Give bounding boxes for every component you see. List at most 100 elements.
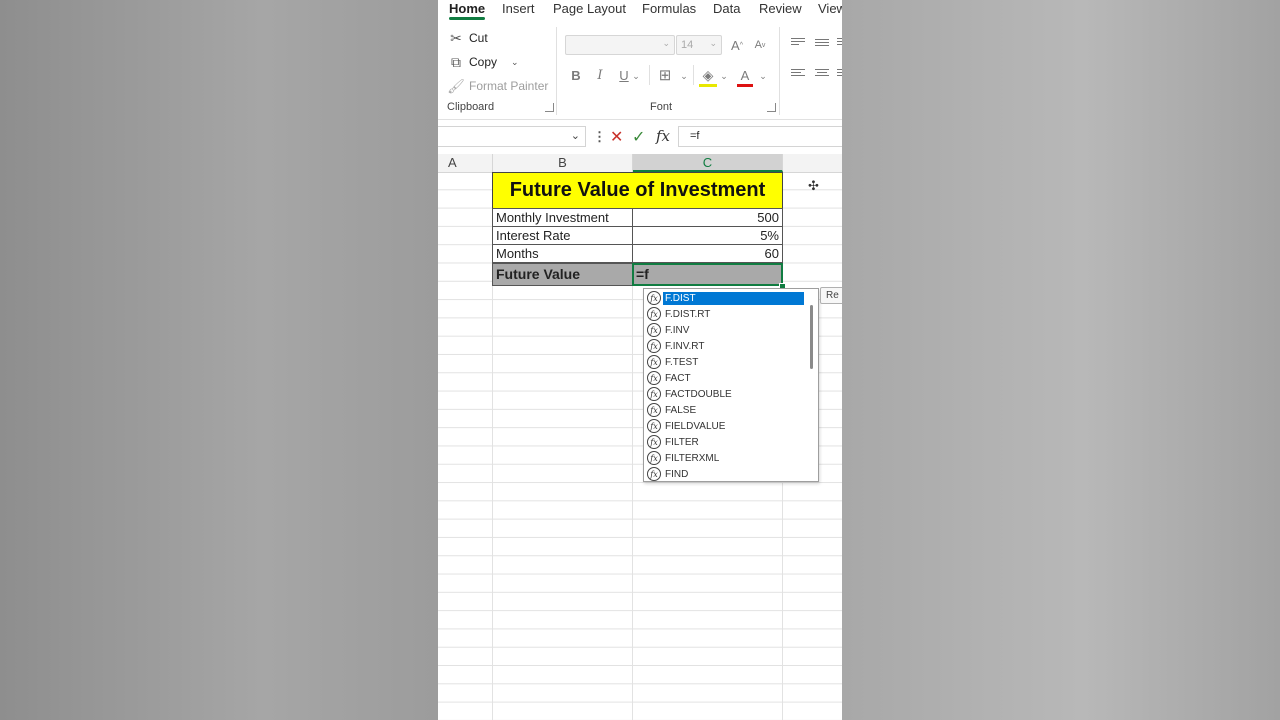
tab-formulas[interactable]: Formulas [642, 1, 696, 16]
autocomplete-item[interactable]: fx FACTDOUBLE [646, 386, 804, 402]
autocomplete-item[interactable]: fx F.DIST.RT [646, 306, 804, 322]
value-cell-months[interactable]: 60 [632, 244, 783, 263]
underline-button[interactable]: U [617, 66, 631, 84]
chevron-down-icon[interactable]: ⌄ [758, 67, 768, 85]
group-divider [556, 27, 557, 115]
copy-button[interactable]: ⧉ Copy ⌄ [448, 52, 519, 72]
function-icon: fx [647, 355, 661, 369]
chevron-down-icon[interactable]: ⌄ [679, 67, 689, 85]
scissors-icon: ✂ [450, 29, 462, 46]
value-cell-monthly-investment[interactable]: 500 [632, 208, 783, 227]
fill-color-icon[interactable]: ◈ [699, 66, 717, 87]
autocomplete-item-f-dist[interactable]: fx F.DIST [646, 290, 804, 306]
function-icon: fx [647, 451, 661, 465]
bottom-align-icon[interactable] [837, 38, 842, 49]
align-right-icon[interactable] [837, 69, 842, 80]
font-color-button[interactable]: A [737, 66, 753, 87]
chevron-down-icon[interactable]: ⌄ [719, 67, 729, 85]
column-header-a[interactable]: A [438, 154, 493, 172]
borders-icon[interactable]: ⊞ [657, 66, 673, 84]
tab-insert[interactable]: Insert [502, 1, 535, 16]
label-cell-future-value[interactable]: Future Value [492, 263, 633, 286]
italic-button[interactable]: I [593, 66, 607, 84]
more-options-icon[interactable]: ⋮ [593, 129, 606, 145]
chevron-down-icon[interactable]: ⌄ [631, 67, 641, 85]
align-center-icon[interactable] [815, 69, 829, 80]
formula-input[interactable]: =f [678, 126, 842, 147]
shrink-font-icon: A [754, 39, 762, 51]
function-icon: fx [647, 419, 661, 433]
autocomplete-item[interactable]: fx FIND [646, 466, 804, 482]
grow-font-button[interactable]: A ^ [728, 36, 746, 54]
column-header-b[interactable]: B [493, 154, 633, 172]
cancel-icon[interactable]: ✕ [610, 127, 623, 147]
bold-button[interactable]: B [569, 66, 583, 84]
active-cell-future-value[interactable]: =f [632, 263, 783, 286]
enter-check-icon[interactable]: ✓ [632, 127, 645, 147]
grow-font-icon: A [731, 37, 740, 53]
autocomplete-item[interactable]: fx F.INV [646, 322, 804, 338]
font-color-icon: A [740, 67, 750, 83]
background-left [0, 0, 438, 720]
copy-icon: ⧉ [451, 53, 461, 70]
column-headers: A B C [438, 154, 842, 173]
font-group-label: Font [650, 101, 673, 113]
chevron-down-icon[interactable]: ⌄ [571, 129, 580, 142]
title-cell[interactable]: Future Value of Investment [492, 172, 783, 209]
autocomplete-scrollbar[interactable] [810, 305, 813, 369]
autocomplete-item[interactable]: fx FALSE [646, 402, 804, 418]
active-tab-indicator [449, 17, 485, 20]
function-icon: fx [647, 339, 661, 353]
function-icon: fx [647, 291, 661, 305]
background-right [842, 0, 1280, 720]
function-icon: fx [647, 387, 661, 401]
label-cell-interest-rate[interactable]: Interest Rate [492, 226, 633, 245]
mouse-cursor-icon: ✣ [808, 178, 819, 193]
tab-review[interactable]: Review [759, 1, 802, 16]
function-icon: fx [647, 403, 661, 417]
divider [649, 65, 650, 85]
function-autocomplete-list[interactable]: fx F.DIST fx F.DIST.RT fx F.INV fx F.INV.RT … [643, 288, 819, 482]
paintbrush-icon: 🖌 [447, 77, 465, 94]
font-launcher-icon[interactable] [767, 103, 776, 112]
autocomplete-item[interactable]: fx FIELDVALUE [646, 418, 804, 434]
tab-data[interactable]: Data [713, 1, 740, 16]
function-icon: fx [647, 307, 661, 321]
format-painter-label: Format Painter [469, 79, 549, 93]
autocomplete-item[interactable]: fx F.INV.RT [646, 338, 804, 354]
divider [693, 65, 694, 85]
function-icon: fx [647, 467, 661, 481]
chevron-down-icon[interactable]: ⌄ [511, 57, 519, 68]
clipboard-group-label: Clipboard [447, 101, 495, 113]
format-painter-button[interactable]: 🖌 Format Painter [447, 76, 549, 96]
autocomplete-item[interactable]: fx F.TEST [646, 354, 804, 370]
cut-label: Cut [469, 31, 488, 45]
autocomplete-item[interactable]: fx FACT [646, 370, 804, 386]
tab-view[interactable]: View [818, 1, 842, 16]
name-box[interactable]: ⌄ [438, 126, 586, 147]
font-size-value: 14 [681, 39, 694, 51]
font-size-combo[interactable]: 14 ⌄ [676, 35, 722, 55]
value-cell-interest-rate[interactable]: 5% [632, 226, 783, 245]
tab-page-layout[interactable]: Page Layout [553, 1, 626, 16]
label-cell-months[interactable]: Months [492, 244, 633, 263]
cut-button[interactable]: ✂ Cut [448, 28, 488, 48]
align-left-icon[interactable] [791, 69, 805, 80]
chevron-down-icon: ⌄ [709, 38, 717, 48]
shrink-font-button[interactable]: Av [751, 36, 769, 54]
font-family-combo[interactable]: ⌄ [565, 35, 675, 55]
formula-bar: ⌄ ⋮ ✕ ✓ fx =f [438, 124, 842, 150]
function-icon: fx [647, 435, 661, 449]
function-tooltip: Re [820, 287, 842, 304]
insert-function-icon[interactable]: fx [656, 127, 670, 145]
label-cell-monthly-investment[interactable]: Monthly Investment [492, 208, 633, 227]
tab-home[interactable]: Home [449, 1, 485, 16]
ribbon-tabs: Home Insert Page Layout Formulas Data Re… [438, 0, 842, 20]
autocomplete-item[interactable]: fx FILTERXML [646, 450, 804, 466]
autocomplete-item[interactable]: fx FILTER [646, 434, 804, 450]
copy-label: Copy [469, 55, 498, 69]
top-align-icon[interactable] [791, 38, 805, 49]
column-header-c[interactable]: C [633, 154, 783, 172]
middle-align-icon[interactable] [815, 39, 829, 50]
clipboard-launcher-icon[interactable] [545, 103, 554, 112]
